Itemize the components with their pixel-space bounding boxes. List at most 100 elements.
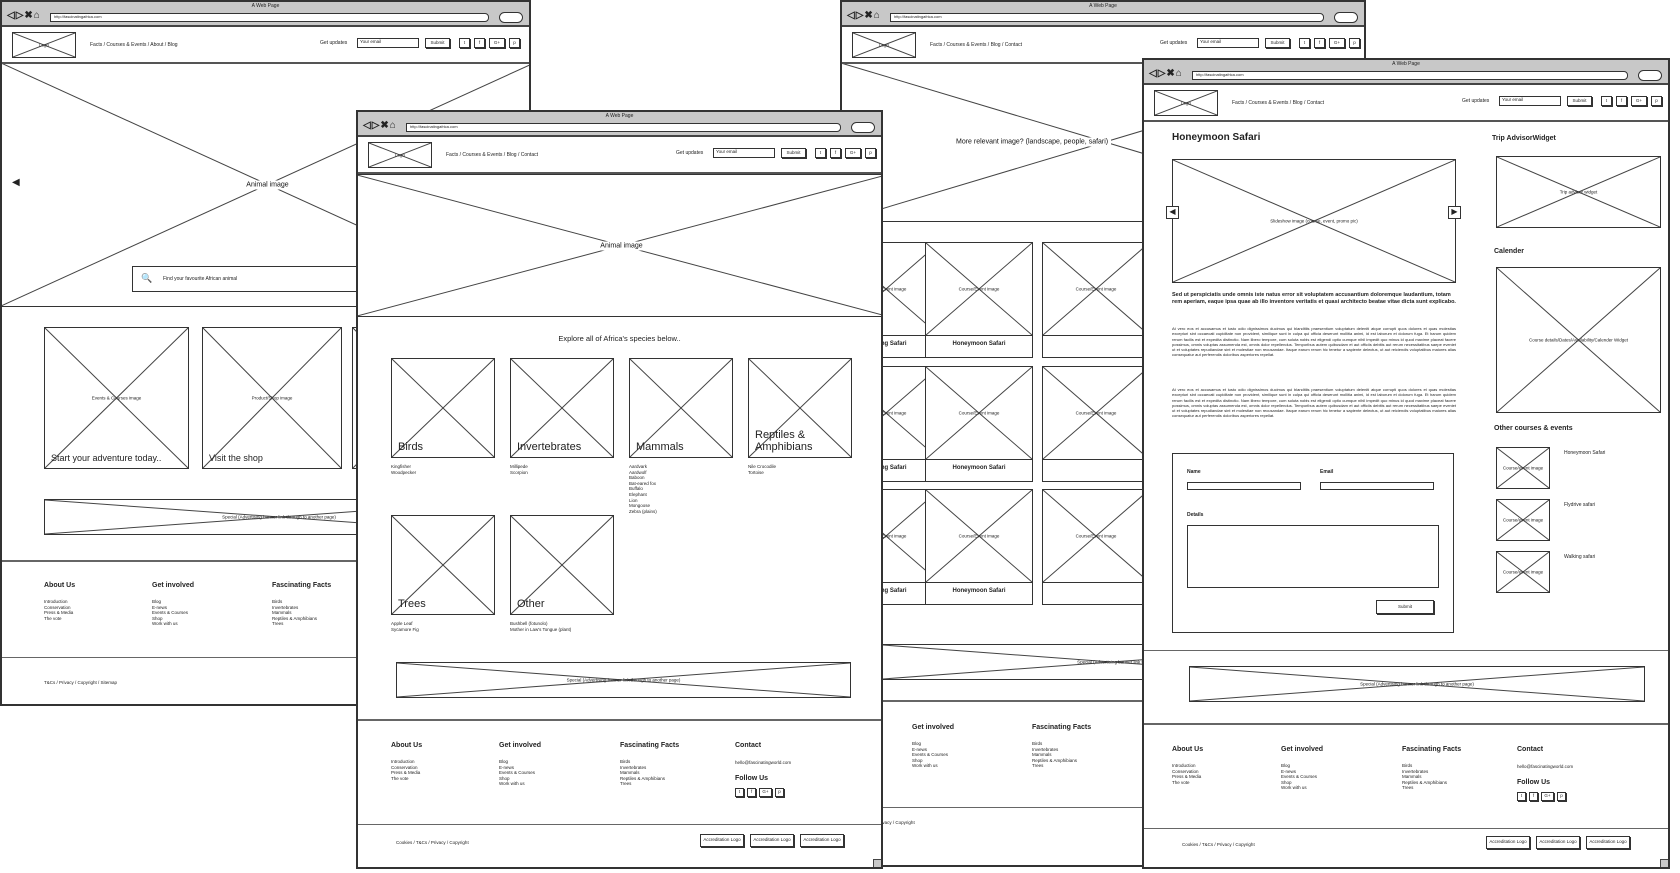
footer-link[interactable]: Trees <box>620 781 631 787</box>
calendar-widget[interactable]: Course details/Dates/Availability/Calend… <box>1496 267 1661 413</box>
course-card[interactable]: Course/Event image <box>1042 366 1150 482</box>
footer-link[interactable]: The vote <box>44 616 62 622</box>
contact-email[interactable]: hello@fascinatingworld.com <box>1517 764 1573 770</box>
footer-link[interactable]: Trees <box>1402 785 1413 791</box>
bottom-links[interactable]: Cookies / T&Cs / Privacy / Copyright <box>1182 842 1255 848</box>
footer-link[interactable]: Work with us <box>1281 785 1307 791</box>
address-bar[interactable]: http://fascinatingafrica.com <box>406 123 841 132</box>
social-icon-3[interactable]: p <box>865 148 876 158</box>
other-course-image[interactable]: Course/event image <box>1496 499 1550 541</box>
footer-social-icon-2[interactable]: G+ <box>759 788 772 797</box>
course-card[interactable]: Course/Event image Honeymoon Safari <box>925 366 1033 482</box>
newsletter-submit-button[interactable]: Submit <box>1265 38 1290 48</box>
species-card-2[interactable]: Mammals <box>629 358 733 458</box>
course-card[interactable]: Course/Event image Honeymoon Safari <box>925 489 1033 605</box>
slideshow-next-button[interactable]: ▶ <box>1448 206 1461 219</box>
bottom-links[interactable]: T&Cs / Privacy / Copyright / Sitemap <box>44 680 117 686</box>
contact-email[interactable]: hello@fascinatingworld.com <box>735 760 791 766</box>
species-link[interactable]: Scorpion <box>510 470 528 476</box>
species-link[interactable]: Tortoise <box>748 470 764 476</box>
form-submit-button[interactable]: Submit <box>1376 600 1434 614</box>
advertising-banner[interactable]: Special (Advertising banner link through… <box>1189 666 1645 702</box>
social-icon-0[interactable]: t <box>815 148 826 158</box>
species-link[interactable]: Mother in Law's Tongue (plant) <box>510 627 571 633</box>
footer-link[interactable]: Work with us <box>912 763 938 769</box>
advertising-banner[interactable]: Special (Advertising banner link through… <box>396 662 851 698</box>
other-course-link[interactable]: Walking safari <box>1564 554 1595 560</box>
other-course-image[interactable]: Course/event image <box>1496 447 1550 489</box>
footer-social-icon-1[interactable]: f <box>747 788 756 797</box>
logo[interactable]: Logo <box>852 32 916 58</box>
newsletter-submit-button[interactable]: Submit <box>425 38 450 48</box>
browser-nav-icons[interactable]: ◁▷✖⌂ <box>1149 69 1183 79</box>
course-card[interactable]: Course/Event image <box>1042 489 1150 605</box>
newsletter-submit-button[interactable]: Submit <box>1567 96 1592 106</box>
slideshow-prev-button[interactable]: ◀ <box>1166 206 1179 219</box>
species-card-4[interactable]: Trees <box>391 515 495 615</box>
species-link[interactable]: Zebra (plains) <box>629 509 657 515</box>
logo[interactable]: Logo <box>1154 90 1218 116</box>
browser-nav-icons[interactable]: ◁▷✖⌂ <box>7 11 41 21</box>
footer-link[interactable]: The vote <box>391 776 409 782</box>
newsletter-email-input[interactable]: Your email <box>1197 38 1259 48</box>
social-icon-3[interactable]: p <box>509 38 520 48</box>
address-bar[interactable]: http://fascinatingafrica.com <box>50 13 489 22</box>
social-icon-2[interactable]: G+ <box>1631 96 1647 106</box>
species-card-3[interactable]: Reptiles & Amphibians <box>748 358 852 458</box>
social-icon-2[interactable]: G+ <box>489 38 505 48</box>
accreditation-logo[interactable]: Accreditation Logo <box>800 834 844 847</box>
main-nav[interactable]: Facts / Courses & Events / Blog / Contac… <box>1232 100 1324 106</box>
other-course-link[interactable]: Flydrive safari <box>1564 502 1595 508</box>
species-card-5[interactable]: Other <box>510 515 614 615</box>
browser-nav-icons[interactable]: ◁▷✖⌂ <box>847 11 881 21</box>
browser-search-field[interactable] <box>851 122 875 133</box>
bottom-links[interactable]: Cookies / T&Cs / Privacy / Copyright <box>396 840 469 846</box>
newsletter-email-input[interactable]: Your email <box>1499 96 1561 106</box>
details-textarea[interactable] <box>1187 525 1439 588</box>
other-course-image[interactable]: Course/event image <box>1496 551 1550 593</box>
browser-search-field[interactable] <box>1334 12 1358 23</box>
footer-link[interactable]: Work with us <box>152 621 178 627</box>
social-icon-0[interactable]: t <box>459 38 470 48</box>
footer-social-icon-0[interactable]: t <box>735 788 744 797</box>
card-events-courses[interactable]: Events & Courses image Start your adventu… <box>44 327 189 469</box>
browser-nav-icons[interactable]: ◁▷✖⌂ <box>363 121 397 131</box>
course-card[interactable]: Course/Event image <box>1042 242 1150 358</box>
main-nav[interactable]: Facts / Courses & Events / Blog / Contac… <box>930 42 1022 48</box>
footer-social-icon-0[interactable]: t <box>1517 792 1526 801</box>
species-link[interactable]: Woodpecker <box>391 470 416 476</box>
accreditation-logo[interactable]: Accreditation Logo <box>1486 836 1530 849</box>
hero-prev-arrow-icon[interactable]: ◀ <box>12 177 20 188</box>
social-icon-3[interactable]: p <box>1349 38 1360 48</box>
footer-link[interactable]: Work with us <box>499 781 525 787</box>
social-icon-0[interactable]: t <box>1299 38 1310 48</box>
accreditation-logo[interactable]: Accreditation Logo <box>750 834 794 847</box>
social-icon-1[interactable]: f <box>830 148 841 158</box>
other-course-link[interactable]: Honeymoon Safari <box>1564 450 1605 456</box>
newsletter-email-input[interactable]: Your email <box>357 38 419 48</box>
newsletter-email-input[interactable]: Your email <box>713 148 775 158</box>
browser-search-field[interactable] <box>1638 70 1662 81</box>
footer-link[interactable]: Trees <box>272 621 283 627</box>
footer-social-icon-2[interactable]: G+ <box>1541 792 1554 801</box>
resize-handle[interactable] <box>873 859 881 867</box>
card-shop[interactable]: Product/Shop image Visit the shop <box>202 327 342 469</box>
social-icon-0[interactable]: t <box>1601 96 1612 106</box>
accreditation-logo[interactable]: Accreditation Logo <box>1536 836 1580 849</box>
main-nav[interactable]: Facts / Courses & Events / About / Blog <box>90 42 178 48</box>
species-card-1[interactable]: Invertebrates <box>510 358 614 458</box>
social-icon-1[interactable]: f <box>1616 96 1627 106</box>
email-input[interactable] <box>1320 482 1434 490</box>
main-nav[interactable]: Facts / Courses & Events / Blog / Contac… <box>446 152 538 158</box>
social-icon-1[interactable]: f <box>1314 38 1325 48</box>
logo[interactable]: Logo <box>12 32 76 58</box>
social-icon-1[interactable]: f <box>474 38 485 48</box>
browser-search-field[interactable] <box>499 12 523 23</box>
species-card-0[interactable]: Birds <box>391 358 495 458</box>
social-icon-2[interactable]: G+ <box>845 148 861 158</box>
address-bar[interactable]: http://fascinatingafrica.com <box>890 13 1324 22</box>
address-bar[interactable]: http://fascinatingafrica.com <box>1192 71 1628 80</box>
footer-link[interactable]: The vote <box>1172 780 1190 786</box>
accreditation-logo[interactable]: Accreditation Logo <box>1586 836 1630 849</box>
footer-link[interactable]: Trees <box>1032 763 1043 769</box>
